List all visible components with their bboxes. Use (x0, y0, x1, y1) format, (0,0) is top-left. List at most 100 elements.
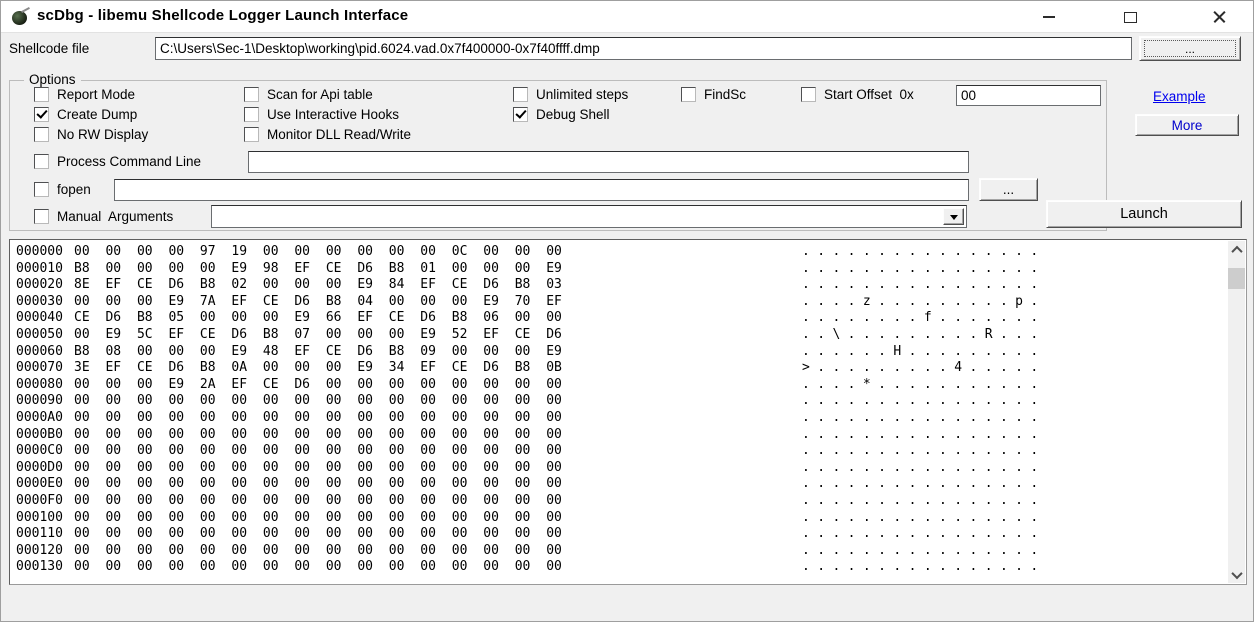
more-button-label: More (1172, 118, 1203, 133)
checkbox-box[interactable] (681, 87, 696, 102)
hex-offset: 0000B0 (16, 427, 74, 444)
checkbox-create-dump[interactable]: Create Dump (34, 107, 137, 122)
hex-ascii: ................ (802, 493, 1046, 510)
hex-row: 0000C000 00 00 00 00 00 00 00 00 00 00 0… (16, 443, 1226, 460)
hex-bytes: 00 E9 5C EF CE D6 B8 07 00 00 00 E9 52 E… (74, 327, 562, 342)
checkbox-process-command-line[interactable]: Process Command Line (34, 154, 201, 169)
launch-button-label: Launch (1120, 206, 1168, 222)
checkbox-box[interactable] (244, 87, 259, 102)
process-command-line-input[interactable] (248, 151, 969, 173)
hex-offset: 000120 (16, 543, 74, 560)
checkbox-label: Monitor DLL Read/Write (267, 127, 411, 142)
hex-bytes: 00 00 00 00 97 19 00 00 00 00 00 00 0C 0… (74, 244, 562, 259)
hex-row: 00013000 00 00 00 00 00 00 00 00 00 00 0… (16, 559, 1226, 576)
browse-file-button[interactable]: ... (1139, 36, 1241, 61)
hex-ascii: ................ (802, 443, 1046, 460)
checkbox-label: Process Command Line (57, 154, 201, 169)
checkbox-fopen[interactable]: fopen (34, 182, 91, 197)
hex-ascii: ................ (802, 526, 1046, 543)
fopen-browse-button-label: ... (1003, 182, 1014, 197)
more-button[interactable]: More (1135, 114, 1239, 136)
checkbox-no-rw-display[interactable]: No RW Display (34, 127, 148, 142)
checkbox-monitor-dll-read-write[interactable]: Monitor DLL Read/Write (244, 127, 411, 142)
hex-row: 0000A000 00 00 00 00 00 00 00 00 00 00 0… (16, 410, 1226, 427)
checkbox-start-offset[interactable]: Start Offset 0x (801, 87, 914, 102)
checkbox-box[interactable] (34, 182, 49, 197)
hex-ascii: ................ (802, 244, 1046, 261)
hex-ascii: ................ (802, 543, 1046, 560)
checkbox-box[interactable] (244, 127, 259, 142)
checkbox-label: Unlimited steps (536, 87, 628, 102)
hex-offset: 000020 (16, 277, 74, 294)
checkbox-box[interactable] (34, 87, 49, 102)
hex-ascii: ................ (802, 261, 1046, 278)
hex-bytes: 00 00 00 00 00 00 00 00 00 00 00 00 00 0… (74, 427, 562, 442)
hex-ascii: ......H......... (802, 344, 1046, 361)
hex-ascii: ........f....... (802, 310, 1046, 327)
hex-ascii: >.........4..... (802, 360, 1046, 377)
hex-offset: 0000E0 (16, 476, 74, 493)
checkbox-box[interactable] (34, 127, 49, 142)
chevron-down-icon (950, 215, 958, 224)
hex-offset: 0000A0 (16, 410, 74, 427)
chevron-up-icon (1231, 245, 1242, 256)
hex-bytes: 8E EF CE D6 B8 02 00 00 00 E9 84 EF CE D… (74, 277, 562, 292)
hex-row: 0000703E EF CE D6 B8 0A 00 00 00 E9 34 E… (16, 360, 1226, 377)
minimize-icon (1043, 16, 1055, 18)
hex-offset: 000030 (16, 294, 74, 311)
scrollbar-thumb[interactable] (1228, 268, 1245, 289)
hex-bytes: 00 00 00 00 00 00 00 00 00 00 00 00 00 0… (74, 493, 562, 508)
vertical-scrollbar[interactable] (1228, 241, 1245, 583)
hex-row: 0000208E EF CE D6 B8 02 00 00 00 E9 84 E… (16, 277, 1226, 294)
combobox-dropdown-button[interactable] (943, 208, 964, 225)
checkbox-label: fopen (57, 182, 91, 197)
hex-offset: 000080 (16, 377, 74, 394)
checkbox-debug-shell[interactable]: Debug Shell (513, 107, 610, 122)
hex-offset: 000130 (16, 559, 74, 576)
hex-bytes: 00 00 00 00 00 00 00 00 00 00 00 00 00 0… (74, 559, 562, 574)
hex-ascii: ................ (802, 393, 1046, 410)
hex-offset: 0000F0 (16, 493, 74, 510)
scrollbar-down-button[interactable] (1228, 566, 1245, 583)
hex-ascii: ....z.........p. (802, 294, 1046, 311)
example-link[interactable]: Example (1153, 89, 1206, 104)
launch-button[interactable]: Launch (1046, 200, 1242, 228)
hex-bytes: 00 00 00 00 00 00 00 00 00 00 00 00 00 0… (74, 410, 562, 425)
hex-ascii: ................ (802, 476, 1046, 493)
fopen-browse-button[interactable]: ... (979, 178, 1038, 201)
maximize-button[interactable] (1115, 5, 1145, 29)
manual-arguments-combobox[interactable] (211, 205, 967, 228)
checkbox-report-mode[interactable]: Report Mode (34, 87, 135, 102)
app-icon (11, 7, 30, 26)
fopen-input[interactable] (114, 179, 969, 201)
checkbox-box[interactable] (244, 107, 259, 122)
hexdump-panel: 00000000 00 00 00 97 19 00 00 00 00 00 0… (9, 239, 1247, 585)
hex-row: 00008000 00 00 E9 2A EF CE D6 00 00 00 0… (16, 377, 1226, 394)
checkbox-box[interactable] (34, 154, 49, 169)
checkbox-scan-api-table[interactable]: Scan for Api table (244, 87, 373, 102)
checkbox-box[interactable] (34, 209, 49, 224)
hex-bytes: 00 00 00 E9 7A EF CE D6 B8 04 00 00 00 E… (74, 294, 562, 309)
checkbox-unlimited-steps[interactable]: Unlimited steps (513, 87, 628, 102)
checkbox-box[interactable] (801, 87, 816, 102)
hex-row: 0000D000 00 00 00 00 00 00 00 00 00 00 0… (16, 460, 1226, 477)
hex-offset: 000100 (16, 510, 74, 527)
hex-ascii: ................ (802, 427, 1046, 444)
scrollbar-up-button[interactable] (1228, 241, 1245, 258)
minimize-button[interactable] (1034, 5, 1064, 29)
checkbox-box[interactable] (513, 87, 528, 102)
window-title: scDbg - libemu Shellcode Logger Launch I… (37, 7, 408, 24)
checkbox-manual-arguments[interactable]: Manual Arguments (34, 209, 173, 224)
hex-offset: 000000 (16, 244, 74, 261)
close-button[interactable] (1204, 5, 1234, 29)
hex-bytes: 00 00 00 00 00 00 00 00 00 00 00 00 00 0… (74, 510, 562, 525)
checkbox-box[interactable] (34, 107, 49, 122)
hex-bytes: B8 00 00 00 00 E9 98 EF CE D6 B8 01 00 0… (74, 261, 562, 276)
hex-row: 00009000 00 00 00 00 00 00 00 00 00 00 0… (16, 393, 1226, 410)
checkbox-label: Scan for Api table (267, 87, 373, 102)
checkbox-findsc[interactable]: FindSc (681, 87, 746, 102)
shellcode-file-input[interactable] (155, 37, 1132, 60)
checkbox-box[interactable] (513, 107, 528, 122)
start-offset-input[interactable] (956, 85, 1101, 106)
checkbox-use-interactive-hooks[interactable]: Use Interactive Hooks (244, 107, 399, 122)
